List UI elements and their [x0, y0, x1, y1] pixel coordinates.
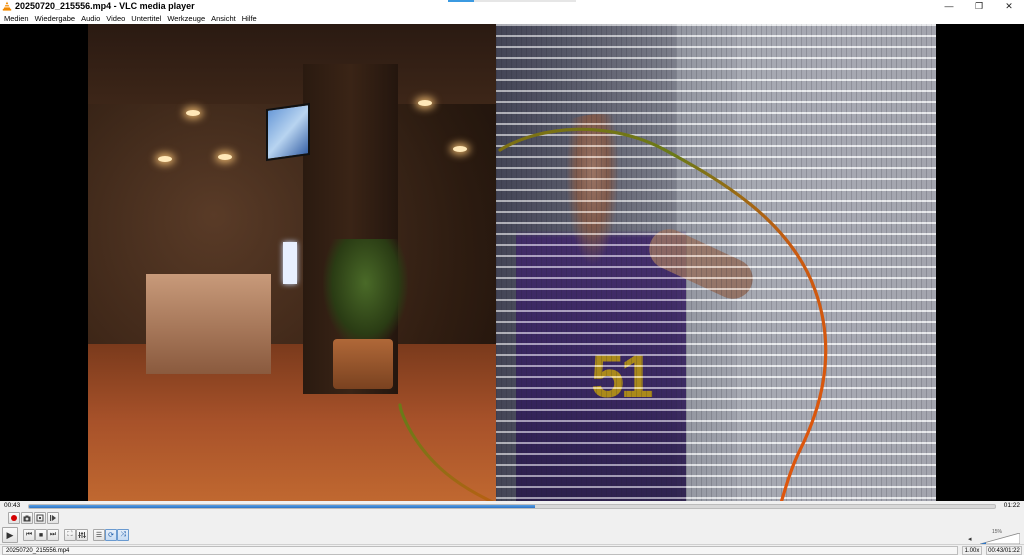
- camera-icon: [23, 515, 31, 521]
- time-total[interactable]: 01:22: [1004, 502, 1020, 509]
- ceiling-light: [453, 146, 467, 152]
- menu-video[interactable]: Video: [106, 14, 125, 23]
- video-tv-screen: [266, 102, 310, 162]
- playback-speed[interactable]: 1.00x: [962, 546, 982, 555]
- frame-step-icon: [50, 515, 56, 521]
- next-button[interactable]: ⏭: [47, 529, 59, 541]
- video-ceiling: [88, 24, 508, 104]
- video-shutter: 51: [496, 24, 936, 501]
- main-controls: ▶ ⏮ ■ ⏭ ⛶ ☰ ⟳ ⤨: [2, 527, 129, 543]
- playlist-button[interactable]: ☰: [93, 529, 105, 541]
- title-accent-track: [474, 0, 576, 2]
- window-controls: — ❐ ✕: [934, 0, 1024, 12]
- seek-slider[interactable]: [28, 504, 996, 509]
- menu-werkzeuge[interactable]: Werkzeuge: [167, 14, 205, 23]
- video-sign-screen: [283, 242, 297, 284]
- minimize-button[interactable]: —: [934, 0, 964, 12]
- loop-button[interactable]: ⟳: [105, 529, 117, 541]
- menu-hilfe[interactable]: Hilfe: [242, 14, 257, 23]
- ceiling-light: [186, 110, 200, 116]
- time-elapsed: 00:43: [4, 502, 21, 509]
- restore-button[interactable]: ❐: [964, 0, 994, 12]
- previous-button[interactable]: ⏮: [23, 529, 35, 541]
- menu-untertitel[interactable]: Untertitel: [131, 14, 161, 23]
- video-area[interactable]: 51: [0, 24, 1024, 501]
- loop-ab-icon: [36, 514, 44, 522]
- play-button[interactable]: ▶: [2, 527, 18, 543]
- menu-wiedergabe[interactable]: Wiedergabe: [35, 14, 75, 23]
- ceiling-light: [158, 156, 172, 162]
- volume-control[interactable]: ◂ 15%: [968, 529, 1020, 545]
- title-accent-bar: [448, 0, 474, 2]
- fullscreen-button[interactable]: ⛶: [64, 529, 76, 541]
- status-bar: 20250720_215556.mp4 1.00x 00:43/01:22: [0, 544, 1024, 555]
- extended-settings-button[interactable]: [76, 529, 88, 541]
- close-button[interactable]: ✕: [994, 0, 1024, 12]
- menu-medien[interactable]: Medien: [4, 14, 29, 23]
- seek-progress: [29, 505, 536, 508]
- equalizer-icon: [78, 532, 86, 538]
- vlc-cone-icon: [2, 1, 12, 11]
- loop-ab-button[interactable]: [34, 512, 46, 524]
- menu-audio[interactable]: Audio: [81, 14, 100, 23]
- player-controls: 00:43 01:22 ▶ ⏮ ■ ⏭ ⛶ ☰ ⟳ ⤨ ◂ 15% 202507…: [0, 501, 1024, 555]
- snapshot-button[interactable]: [21, 512, 33, 524]
- video-frame[interactable]: 51: [88, 24, 936, 501]
- stop-button[interactable]: ■: [35, 529, 47, 541]
- window-title: 20250720_215556.mp4 - VLC media player: [15, 1, 195, 11]
- video-counter: [146, 274, 271, 374]
- record-button[interactable]: [8, 512, 20, 524]
- shutter-horizontal-slats: [496, 24, 936, 501]
- status-time[interactable]: 00:43/01:22: [986, 546, 1022, 555]
- ceiling-light: [418, 100, 432, 106]
- advanced-controls: [8, 512, 59, 524]
- ceiling-light: [218, 154, 232, 160]
- frame-step-button[interactable]: [47, 512, 59, 524]
- shuffle-button[interactable]: ⤨: [117, 529, 129, 541]
- menu-ansicht[interactable]: Ansicht: [211, 14, 236, 23]
- title-bar: 20250720_215556.mp4 - VLC media player —…: [0, 0, 1024, 12]
- status-filename: 20250720_215556.mp4: [2, 546, 958, 555]
- speaker-icon[interactable]: ◂: [968, 535, 972, 543]
- menu-bar: Medien Wiedergabe Audio Video Untertitel…: [0, 12, 1024, 24]
- video-plant: [323, 239, 408, 349]
- video-plant-pot: [333, 339, 393, 389]
- record-icon: [11, 515, 17, 521]
